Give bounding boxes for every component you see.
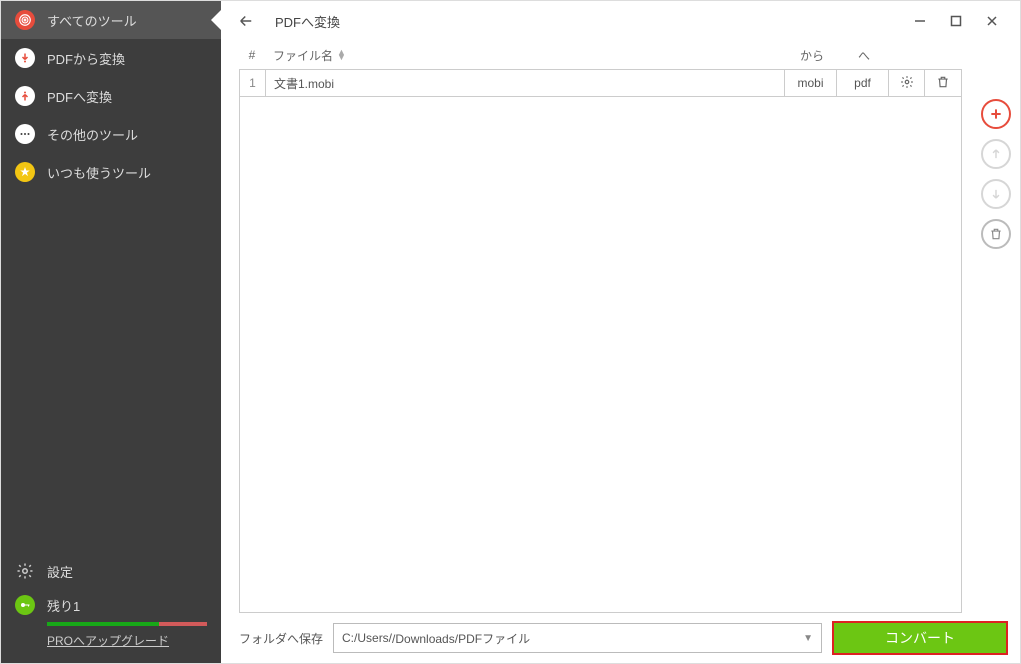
sidebar-item-all-tools[interactable]: すべてのツール	[1, 1, 221, 39]
main: PDFへ変換 # ファイル名 ▲▼ から へ	[221, 1, 1020, 663]
table-header: # ファイル名 ▲▼ から へ	[239, 41, 962, 69]
sidebar-item-label: その他のツール	[47, 125, 138, 144]
save-folder-label: フォルダへ保存	[239, 630, 323, 647]
table-row[interactable]: 1 文書1.mobi mobi pdf	[239, 69, 962, 97]
sidebar-item-label: 残り1	[47, 596, 80, 615]
back-button[interactable]	[231, 6, 261, 36]
save-path-input[interactable]: C:/Users/ /Downloads/PDFファイル ▼	[333, 623, 822, 653]
gear-icon	[15, 561, 35, 581]
key-icon	[15, 595, 35, 615]
page-title: PDFへ変換	[275, 12, 340, 31]
close-button[interactable]	[974, 6, 1010, 36]
sidebar-item-label: すべてのツール	[47, 11, 137, 30]
col-name-header[interactable]: ファイル名 ▲▼	[265, 47, 786, 64]
row-num: 1	[240, 70, 266, 96]
spiral-icon	[15, 10, 35, 30]
maximize-button[interactable]	[938, 6, 974, 36]
sidebar-item-label: PDFへ変換	[47, 87, 112, 106]
convert-button[interactable]: コンバート	[832, 621, 1008, 655]
sidebar-item-label: PDFから変換	[47, 49, 125, 68]
row-to: pdf	[837, 70, 889, 96]
action-strip	[972, 41, 1020, 613]
delete-all-button[interactable]	[981, 219, 1011, 249]
row-settings-button[interactable]	[889, 70, 925, 96]
upgrade-link[interactable]: PROへアップグレード	[1, 630, 221, 659]
move-down-button[interactable]	[981, 179, 1011, 209]
sidebar-item-from-pdf[interactable]: PDFから変換	[1, 39, 221, 77]
sidebar-item-label: 設定	[47, 562, 73, 581]
footer: フォルダへ保存 C:/Users/ /Downloads/PDFファイル ▼ コ…	[221, 613, 1020, 663]
sort-icon: ▲▼	[337, 50, 346, 61]
minimize-button[interactable]	[902, 6, 938, 36]
star-icon	[15, 162, 35, 182]
col-num-header[interactable]: #	[239, 48, 265, 62]
gear-icon	[900, 75, 914, 92]
sidebar-item-remaining[interactable]: 残り1	[1, 588, 221, 622]
move-up-button[interactable]	[981, 139, 1011, 169]
titlebar: PDFへ変換	[221, 1, 1020, 41]
row-from: mobi	[785, 70, 837, 96]
row-name: 文書1.mobi	[266, 70, 785, 96]
sidebar-item-favorites[interactable]: いつも使うツール	[1, 153, 221, 191]
arrow-up-icon	[15, 86, 35, 106]
trash-icon	[936, 75, 950, 92]
chevron-down-icon: ▼	[803, 633, 813, 644]
sidebar-item-other-tools[interactable]: その他のツール	[1, 115, 221, 153]
add-file-button[interactable]	[981, 99, 1011, 129]
col-from-header[interactable]: から	[786, 47, 838, 64]
sidebar-item-label: いつも使うツール	[47, 163, 151, 182]
quota-progress	[47, 622, 207, 626]
arrow-down-icon	[15, 48, 35, 68]
col-to-header[interactable]: へ	[838, 47, 890, 64]
sidebar-item-to-pdf[interactable]: PDFへ変換	[1, 77, 221, 115]
row-delete-button[interactable]	[925, 70, 961, 96]
table-body	[239, 97, 962, 613]
sidebar: すべてのツール PDFから変換 PDFへ変換 その他のツール いつも使うツール	[1, 1, 221, 663]
dots-icon	[15, 124, 35, 144]
sidebar-item-settings[interactable]: 設定	[1, 554, 221, 588]
